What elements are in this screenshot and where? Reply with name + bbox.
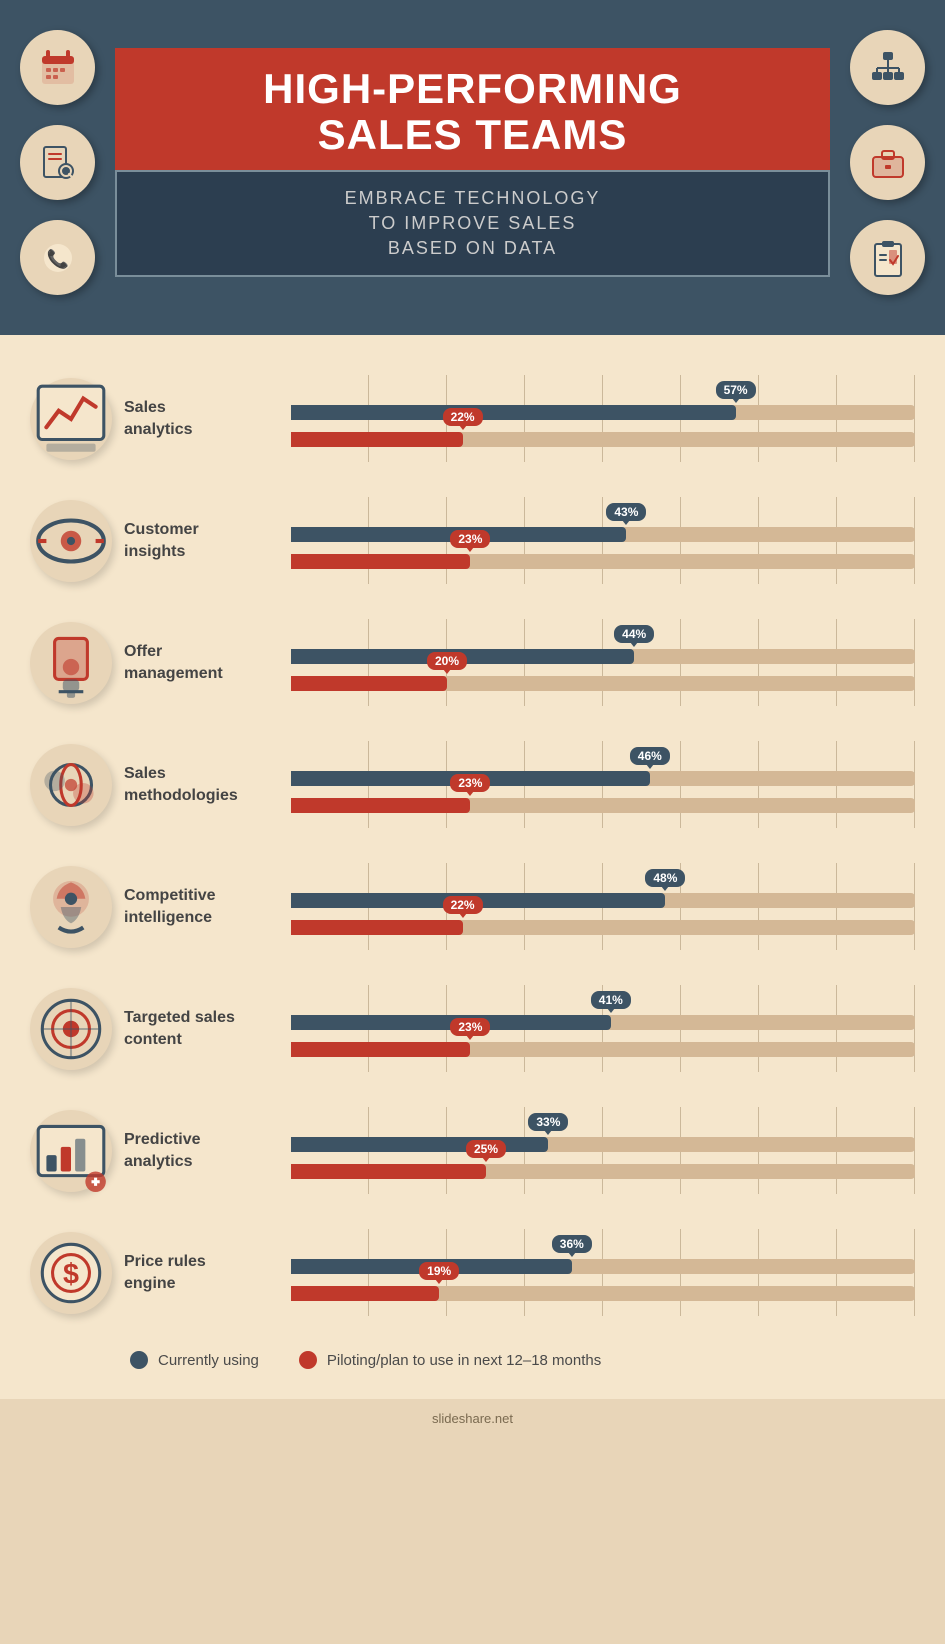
svg-text:📞: 📞 [46,247,69,269]
targeted-sales-content-label: Targeted salescontent [124,1007,279,1050]
legend: Currently using Piloting/plan to use in … [30,1351,915,1369]
footer-source: slideshare.net [432,1411,513,1426]
chart-row-price-rules-engine: $ Price rulesengine 36% [30,1229,915,1316]
offer-management-bars: 44% 20% [291,619,915,706]
customer-insights-label: Customerinsights [124,519,279,562]
sales-methodologies-icon [30,744,112,826]
legend-label-piloting: Piloting/plan to use in next 12–18 month… [327,1352,601,1369]
main-title-line2: SALES TEAMS [145,112,800,158]
customer-insights-bars: 43% 23% [291,497,915,584]
chart-row-competitive-intelligence: Competitiveintelligence 48% [30,863,915,950]
header-icons-right [850,30,925,295]
clipboard-icon [850,220,925,295]
legend-label-currently-using: Currently using [158,1352,259,1369]
title-box: HIGH-PERFORMING SALES TEAMS [115,48,830,170]
subtitle-line3: BASED ON DATA [137,236,808,261]
hierarchy-icon [850,30,925,105]
main-title-line1: HIGH-PERFORMING [145,66,800,112]
sales-methodologies-bars: 46% 23% [291,741,915,828]
legend-dot-red [299,1351,317,1369]
chart-row-sales-methodologies: Salesmethodologies 46% [30,741,915,828]
sales-analytics-icon [30,378,112,460]
briefcase-icon [850,125,925,200]
chart-row-customer-insights: Customerinsights 43% [30,497,915,584]
offer-management-icon [30,622,112,704]
phone-icon: 📞 [20,220,95,295]
legend-item-currently-using: Currently using [130,1351,259,1369]
competitive-intelligence-label: Competitiveintelligence [124,885,279,928]
legend-item-piloting: Piloting/plan to use in next 12–18 month… [299,1351,601,1369]
calendar-icon [20,30,95,105]
header-title-block: HIGH-PERFORMING SALES TEAMS EMBRACE TECH… [95,48,850,278]
chart-row-offer-management: Offermanagement 44% [30,619,915,706]
svg-text:$: $ [63,1258,79,1290]
predictive-analytics-icon [30,1110,112,1192]
subtitle-box: EMBRACE TECHNOLOGY TO IMPROVE SALES BASE… [115,170,830,278]
header-icons-left: 📞 [20,30,95,295]
main-content: Salesanalytics 57% [0,335,945,1399]
subtitle-line1: EMBRACE TECHNOLOGY [137,186,808,211]
document-icon [20,125,95,200]
price-rules-engine-label: Price rulesengine [124,1251,279,1294]
targeted-sales-content-icon [30,988,112,1070]
price-rules-engine-icon: $ [30,1232,112,1314]
legend-dot-dark [130,1351,148,1369]
sales-analytics-bars: 57% 22% [291,375,915,462]
chart-rows: Salesanalytics 57% [30,375,915,1316]
subtitle-line2: TO IMPROVE SALES [137,211,808,236]
predictive-analytics-label: Predictiveanalytics [124,1129,279,1172]
customer-insights-icon [30,500,112,582]
footer: slideshare.net [0,1399,945,1438]
targeted-sales-content-bars: 41% 23% [291,985,915,1072]
header: 📞 HIGH-PERFORMING SALES TEAMS EMBRACE TE… [0,0,945,335]
sales-methodologies-label: Salesmethodologies [124,763,279,806]
chart-row-predictive-analytics: Predictiveanalytics 33% [30,1107,915,1194]
chart-row-targeted-sales-content: Targeted salescontent 41% [30,985,915,1072]
chart-row-sales-analytics: Salesanalytics 57% [30,375,915,462]
offer-management-label: Offermanagement [124,641,279,684]
sales-analytics-label: Salesanalytics [124,397,279,440]
competitive-intelligence-icon [30,866,112,948]
predictive-analytics-bars: 33% 25% [291,1107,915,1194]
price-rules-engine-bars: 36% 19% [291,1229,915,1316]
competitive-intelligence-bars: 48% 22% [291,863,915,950]
